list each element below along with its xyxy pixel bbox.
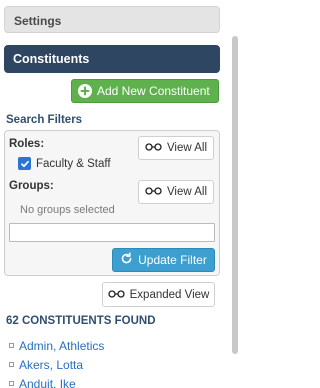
square-bullet-icon bbox=[9, 381, 14, 386]
faculty-staff-label: Faculty & Staff bbox=[36, 157, 111, 170]
list-item[interactable]: Admin, Athletics bbox=[9, 336, 104, 355]
constituent-link[interactable]: Admin, Athletics bbox=[19, 339, 104, 353]
roles-label: Roles: bbox=[9, 138, 45, 150]
update-filter-label: Update Filter bbox=[138, 253, 207, 267]
constituent-link[interactable]: Akers, Lotta bbox=[19, 358, 83, 372]
faculty-staff-checkbox[interactable] bbox=[18, 157, 31, 170]
glasses-icon bbox=[107, 289, 125, 301]
groups-label: Groups: bbox=[9, 180, 54, 192]
expanded-view-button[interactable]: Expanded View bbox=[102, 282, 215, 307]
results-list: Admin, Athletics Akers, Lotta Anduit, Ik… bbox=[9, 336, 104, 388]
search-filters-heading: Search Filters bbox=[6, 114, 83, 126]
roles-view-all-label: View All bbox=[166, 142, 208, 154]
refresh-icon bbox=[120, 252, 133, 268]
settings-header[interactable]: Settings bbox=[4, 6, 220, 33]
plus-circle-icon bbox=[78, 84, 92, 98]
glasses-icon bbox=[145, 186, 162, 198]
scrollbar-thumb[interactable] bbox=[232, 36, 238, 354]
settings-label: Settings bbox=[14, 14, 62, 28]
constituents-label: Constituents bbox=[13, 52, 90, 66]
add-new-constituent-button[interactable]: Add New Constituent bbox=[71, 79, 219, 103]
roles-view-all-button[interactable]: View All bbox=[138, 136, 214, 160]
constituents-header[interactable]: Constituents bbox=[4, 45, 220, 73]
glasses-icon bbox=[145, 142, 162, 154]
square-bullet-icon bbox=[9, 343, 14, 348]
expanded-view-label: Expanded View bbox=[129, 288, 210, 301]
no-groups-text: No groups selected bbox=[20, 204, 115, 216]
groups-view-all-button[interactable]: View All bbox=[138, 180, 214, 204]
list-item[interactable]: Akers, Lotta bbox=[9, 355, 104, 374]
square-bullet-icon bbox=[9, 362, 14, 367]
results-count: 62 CONSTITUENTS FOUND bbox=[6, 315, 156, 327]
faculty-staff-checkbox-row[interactable]: Faculty & Staff bbox=[18, 157, 111, 170]
filter-text-input[interactable] bbox=[9, 223, 215, 242]
list-item[interactable]: Anduit, Ike bbox=[9, 374, 104, 388]
constituent-link[interactable]: Anduit, Ike bbox=[19, 377, 76, 388]
add-new-constituent-label: Add New Constituent bbox=[97, 84, 210, 98]
update-filter-button[interactable]: Update Filter bbox=[112, 248, 215, 272]
groups-view-all-label: View All bbox=[166, 186, 208, 198]
